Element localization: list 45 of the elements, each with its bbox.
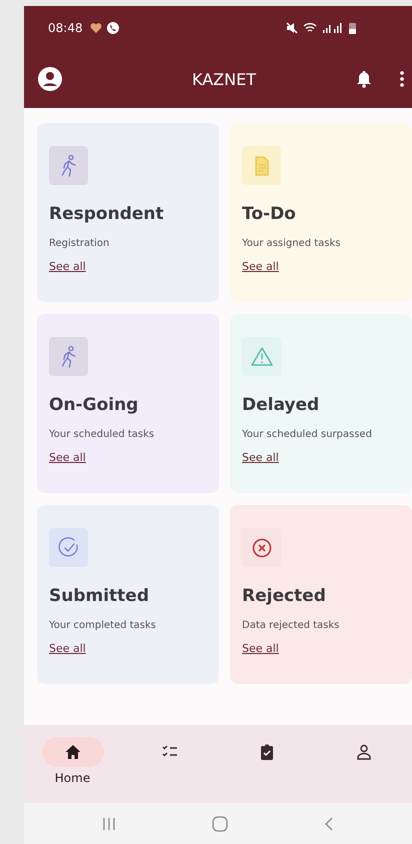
card-subtitle: Your assigned tasks	[242, 238, 340, 249]
home-button-icon[interactable]	[212, 816, 228, 832]
mute-icon	[286, 22, 298, 34]
card-title: On-Going	[49, 395, 138, 415]
wifi-icon	[303, 22, 317, 34]
card-title: Submitted	[49, 586, 150, 606]
signal-icon	[322, 22, 344, 34]
card-title: Rejected	[242, 586, 326, 606]
see-all-link[interactable]: See all	[242, 451, 279, 464]
summary-card[interactable]: On-Going Your scheduled tasks See all	[37, 314, 219, 493]
account-icon[interactable]	[38, 67, 62, 91]
summary-card[interactable]: To-Do Your assigned tasks See all	[230, 123, 412, 302]
see-all-link[interactable]: See all	[49, 260, 86, 273]
nav-tab[interactable]	[42, 737, 104, 767]
back-icon[interactable]	[324, 816, 334, 830]
app-title: KAZNET	[191, 70, 257, 88]
card-title: Respondent	[49, 204, 164, 224]
recent-apps-icon[interactable]	[102, 816, 116, 830]
card-subtitle: Registration	[49, 238, 110, 249]
battery-icon	[349, 22, 356, 34]
card-subtitle: Your completed tasks	[49, 620, 156, 631]
see-all-link[interactable]: See all	[242, 260, 279, 273]
notification-bell-icon[interactable]	[356, 70, 372, 88]
see-all-link[interactable]: See all	[49, 451, 86, 464]
card-subtitle: Data rejected tasks	[242, 620, 340, 631]
check-circle-icon	[56, 536, 80, 560]
phone-icon	[106, 22, 119, 34]
card-title: To-Do	[242, 204, 296, 224]
summary-card[interactable]: Delayed Your scheduled surpassed See all	[230, 314, 412, 493]
more-menu-icon[interactable]	[400, 71, 404, 87]
status-time: 08:48	[48, 21, 83, 35]
summary-card[interactable]: Respondent Registration See all	[37, 123, 219, 302]
card-subtitle: Your scheduled tasks	[49, 429, 154, 440]
see-all-link[interactable]: See all	[49, 642, 86, 655]
summary-card[interactable]: Submitted Your completed tasks See all	[37, 505, 219, 684]
warning-icon	[250, 344, 274, 368]
see-all-link[interactable]: See all	[242, 642, 279, 655]
card-title: Delayed	[242, 395, 320, 415]
heart-icon	[90, 23, 102, 33]
home-icon	[64, 743, 82, 761]
profile-icon	[354, 743, 372, 761]
nav-label: Home	[54, 771, 90, 785]
close-circle-icon	[250, 536, 274, 560]
card-subtitle: Your scheduled surpassed	[242, 429, 372, 440]
summary-card[interactable]: Rejected Data rejected tasks See all	[230, 505, 412, 684]
